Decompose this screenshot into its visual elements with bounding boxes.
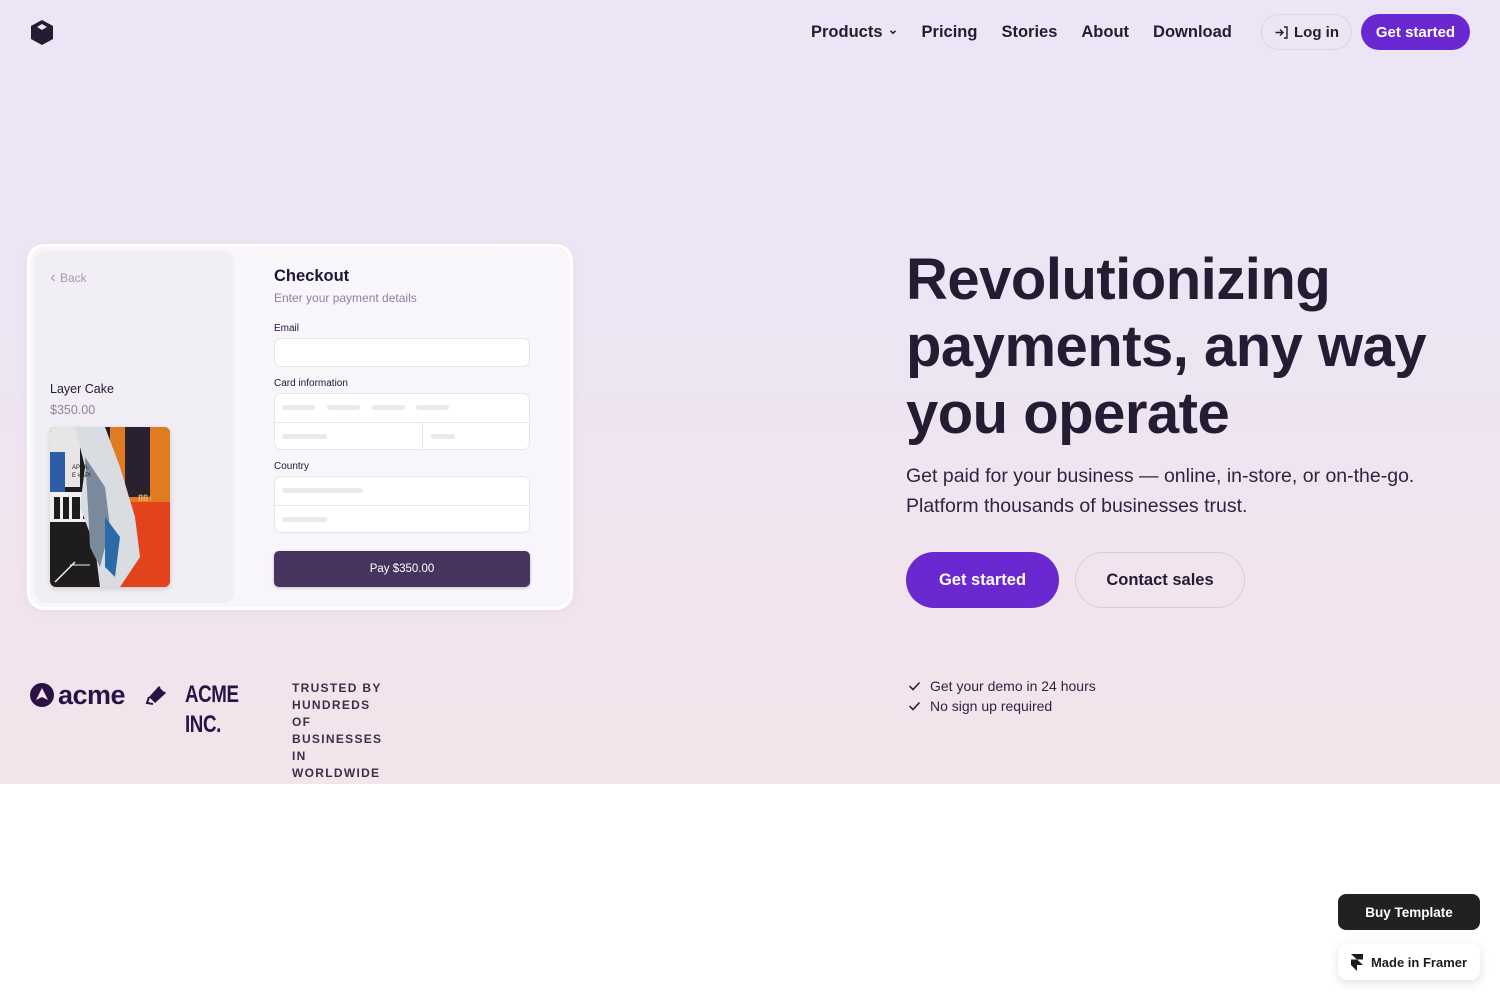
checklist-item: Get your demo in 24 hours <box>908 676 1096 696</box>
telescope-icon <box>145 686 166 705</box>
trusted-text: TRUSTED BY HUNDREDS OF BUSINESSES IN WOR… <box>292 680 382 782</box>
card-number-placeholder <box>327 405 360 410</box>
sign-in-icon <box>1275 25 1288 39</box>
checkout-preview-card: Back Layer Cake $350.00 88↑ APPA. E #API… <box>30 247 570 607</box>
product-price: $350.00 <box>50 403 96 417</box>
login-label: Log in <box>1294 23 1339 41</box>
checkout-form: Checkout Enter your payment details Emai… <box>274 247 530 607</box>
product-name: Layer Cake <box>50 382 114 396</box>
product-image: 88↑ APPA. E #API <box>50 427 170 587</box>
hero-headline: Revolutionizing payments, any way you op… <box>906 247 1427 446</box>
nav-about[interactable]: About <box>1081 20 1129 44</box>
made-in-framer-label: Made in Framer <box>1370 954 1468 970</box>
divider <box>275 505 529 506</box>
nav-links: Products Pricing Stories About Download <box>811 20 1256 44</box>
collage-poster-image: 88↑ APPA. E #API <box>50 427 170 587</box>
hero-section: Products Pricing Stories About Download … <box>0 0 1500 784</box>
card-info-label: Card information <box>274 378 348 389</box>
chevron-left-icon <box>50 274 55 282</box>
check-icon <box>908 701 921 711</box>
login-button[interactable]: Log in <box>1261 14 1352 50</box>
acme-logo: acme <box>30 680 126 710</box>
svg-text:88↑: 88↑ <box>138 493 153 503</box>
nav-products-label: Products <box>811 22 883 41</box>
top-nav: Products Pricing Stories About Download … <box>0 0 1500 64</box>
checkout-subtitle: Enter your payment details <box>274 291 417 305</box>
trusted-line-1: TRUSTED BY HUNDREDS <box>292 681 382 712</box>
svg-text:E #API: E #API <box>72 473 91 479</box>
hero-get-started-button[interactable]: Get started <box>906 552 1059 608</box>
chevron-down-icon <box>889 30 896 35</box>
card-info-field[interactable] <box>274 393 530 450</box>
nav-products[interactable]: Products <box>811 20 898 44</box>
back-label: Back <box>60 271 87 285</box>
acme-mark-icon <box>30 683 54 707</box>
nav-get-started-button[interactable]: Get started <box>1361 14 1470 50</box>
country-field[interactable] <box>274 476 530 533</box>
acme-inc-logo: ACME INC. <box>185 681 239 738</box>
checklist-label: Get your demo in 24 hours <box>930 678 1096 694</box>
nav-stories[interactable]: Stories <box>1001 20 1057 44</box>
postal-placeholder <box>282 517 327 522</box>
checklist-item: No sign up required <box>908 696 1096 716</box>
checklist-label: No sign up required <box>930 698 1053 714</box>
expiry-placeholder <box>282 434 327 439</box>
product-pane: Back Layer Cake $350.00 88↑ APPA. E #API <box>34 251 234 603</box>
back-link[interactable]: Back <box>50 271 87 285</box>
framer-logo-icon <box>1350 953 1363 971</box>
divider <box>422 422 423 449</box>
buy-template-button[interactable]: Buy Template <box>1338 894 1480 930</box>
made-in-framer-badge[interactable]: Made in Framer <box>1338 944 1480 980</box>
card-number-placeholder <box>282 405 315 410</box>
acme-wordmark: acme <box>58 680 126 710</box>
hero-subtext: Get paid for your business — online, in-… <box>906 465 1415 517</box>
pay-button[interactable]: Pay $350.00 <box>274 551 530 587</box>
cube-icon[interactable] <box>29 19 55 46</box>
divider <box>275 422 529 423</box>
nav-download[interactable]: Download <box>1153 20 1232 44</box>
check-icon <box>908 681 921 691</box>
checkout-title: Checkout <box>274 267 350 285</box>
country-label: Country <box>274 461 310 472</box>
cvc-placeholder <box>431 434 455 439</box>
benefit-checklist: Get your demo in 24 hours No sign up req… <box>908 676 1096 716</box>
country-placeholder <box>282 488 363 493</box>
card-number-placeholder <box>372 405 405 410</box>
email-field[interactable] <box>274 338 530 367</box>
trusted-line-2: OF BUSINESSES IN WORLDWIDE <box>292 715 383 780</box>
svg-text:APPA.: APPA. <box>72 465 90 471</box>
card-number-placeholder <box>416 405 449 410</box>
email-label: Email <box>274 323 300 334</box>
contact-sales-button[interactable]: Contact sales <box>1075 552 1245 608</box>
nav-pricing[interactable]: Pricing <box>922 20 978 44</box>
